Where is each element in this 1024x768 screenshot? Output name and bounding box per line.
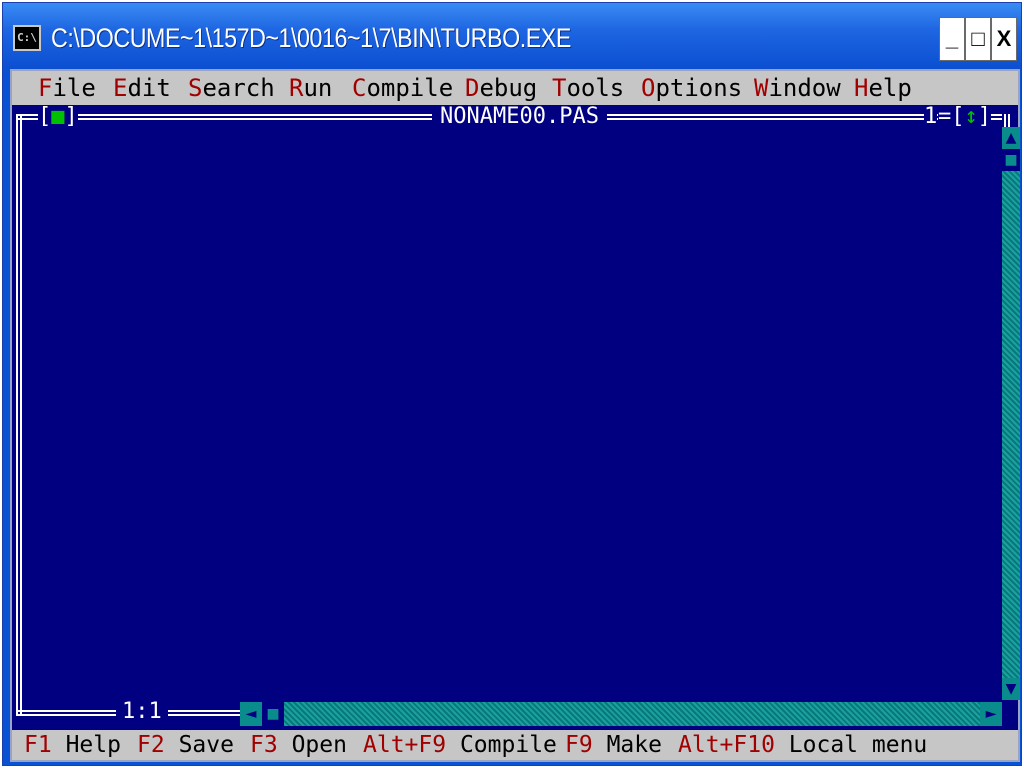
menu-run[interactable]: Run: [289, 71, 332, 105]
window-title: C:\DOCUME~1\157D~1\0016~1\7\BIN\TURBO.EX…: [51, 23, 571, 53]
minimize-button[interactable]: _: [939, 17, 965, 61]
menu-edit[interactable]: Edit: [113, 71, 171, 105]
cursor-position: 1:1: [116, 700, 168, 724]
close-button[interactable]: X: [991, 17, 1017, 61]
scroll-right-arrow-icon[interactable]: ►: [980, 702, 1002, 726]
status-compile[interactable]: Alt+F9 Compile: [363, 730, 557, 760]
editor-window[interactable]: [■] NONAME00.PAS 1 =[↕] 1:1 ▲ ■ ▼ ◄ ■ ►: [12, 104, 1020, 730]
turbo-pascal-screen: File Edit Search Run Compile Debug Tools…: [10, 69, 1020, 762]
window-frame: C:\ C:\DOCUME~1\157D~1\0016~1\7\BIN\TURB…: [2, 2, 1022, 766]
zoom-arrow-icon: ↕: [964, 104, 978, 129]
console-app-icon[interactable]: C:\: [13, 25, 41, 51]
status-open[interactable]: F3 Open: [250, 730, 347, 760]
close-box-icon: ■: [51, 104, 65, 129]
console-window: C:\ C:\DOCUME~1\157D~1\0016~1\7\BIN\TURB…: [0, 0, 1024, 768]
status-local-menu[interactable]: Alt+F10 Local menu: [678, 730, 927, 760]
menu-options[interactable]: Options: [641, 71, 742, 105]
vertical-scroll-thumb[interactable]: ■: [1002, 149, 1020, 171]
editor-filename: NONAME00.PAS: [432, 105, 607, 129]
editor-window-number: 1: [924, 104, 938, 129]
maximize-button[interactable]: □: [965, 17, 991, 61]
horizontal-scrollbar[interactable]: ◄ ■ ►: [240, 702, 1002, 726]
scroll-left-arrow-icon[interactable]: ◄: [240, 702, 262, 726]
status-make[interactable]: F9 Make: [565, 730, 662, 760]
editor-close-box[interactable]: [■]: [38, 105, 78, 129]
scroll-up-arrow-icon[interactable]: ▲: [1002, 127, 1020, 149]
editor-frame-left: [16, 114, 22, 716]
status-help[interactable]: F1 Help: [24, 730, 121, 760]
menu-debug[interactable]: Debug: [465, 71, 537, 105]
status-save[interactable]: F2 Save: [137, 730, 234, 760]
title-bar[interactable]: C:\ C:\DOCUME~1\157D~1\0016~1\7\BIN\TURB…: [3, 3, 1021, 69]
menu-window[interactable]: Window: [754, 71, 841, 105]
status-bar: F1 Help F2 Save F3 Open Alt+F9 Compile F…: [12, 730, 1018, 760]
menu-file[interactable]: File: [38, 71, 96, 105]
menu-search[interactable]: Search: [188, 71, 275, 105]
horizontal-scroll-thumb[interactable]: ■: [262, 702, 284, 726]
editor-zoom-box[interactable]: =[↕]: [938, 105, 991, 129]
menu-help[interactable]: Help: [854, 71, 912, 105]
menu-tools[interactable]: Tools: [552, 71, 624, 105]
scroll-down-arrow-icon[interactable]: ▼: [1002, 678, 1020, 700]
editor-frame-right: [1004, 114, 1010, 128]
menu-bar: File Edit Search Run Compile Debug Tools…: [12, 71, 1018, 105]
vertical-scrollbar[interactable]: ▲ ■ ▼: [1002, 127, 1020, 700]
menu-compile[interactable]: Compile: [352, 71, 453, 105]
